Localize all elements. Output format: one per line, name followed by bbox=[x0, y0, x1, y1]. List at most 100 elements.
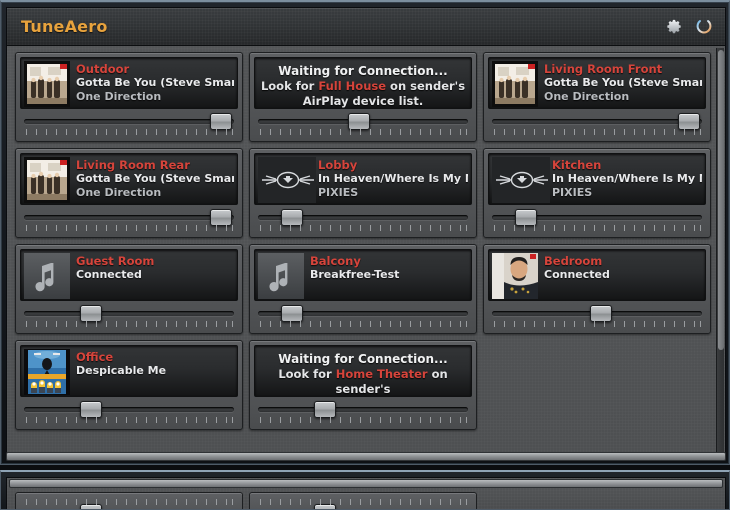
volume-slider[interactable] bbox=[254, 304, 472, 332]
zone-display: Lobby In Heaven/Where Is My Mind? PIXIES bbox=[254, 153, 472, 205]
zone-card[interactable]: Office Despicable Me bbox=[15, 340, 243, 430]
zone-card[interactable]: Lobby In Heaven/Where Is My Mind? PIXIES bbox=[249, 148, 477, 238]
volume-slider-thumb[interactable] bbox=[80, 401, 103, 418]
zone-card[interactable]: Living Room Front Gotta Be You (Steve Sm… bbox=[483, 52, 711, 142]
zone-display: Living Room Rear Gotta Be You (Steve Sma… bbox=[20, 153, 238, 205]
volume-slider[interactable] bbox=[20, 400, 238, 428]
zone-metadata: Office Despicable Me bbox=[76, 349, 234, 378]
zone-display: Living Room Front Gotta Be You (Steve Sm… bbox=[488, 57, 706, 109]
album-despicable-me-icon bbox=[24, 349, 70, 395]
volume-slider-ticks bbox=[260, 321, 467, 329]
secondary-window-inner bbox=[6, 477, 726, 509]
album-one-direction-icon bbox=[24, 61, 70, 107]
waiting-headline: Waiting for Connection... bbox=[278, 352, 448, 366]
zone-grid: Outdoor Gotta Be You (Steve Smart &... O… bbox=[15, 52, 715, 430]
zone-metadata: Kitchen In Heaven/Where Is My Mind? PIXI… bbox=[552, 157, 702, 200]
volume-slider-thumb[interactable] bbox=[678, 113, 701, 130]
zone-metadata: Lobby In Heaven/Where Is My Mind? PIXIES bbox=[318, 157, 468, 200]
volume-slider-thumb[interactable] bbox=[514, 209, 537, 226]
title-bar: TuneAero bbox=[7, 8, 725, 46]
zone-card[interactable]: Guest Room Connected bbox=[15, 244, 243, 334]
volume-slider-ticks bbox=[26, 321, 233, 329]
track-title: In Heaven/Where Is My Mind? bbox=[318, 172, 468, 185]
track-title: Gotta Be You (Steve Smart &... bbox=[76, 76, 234, 89]
track-title: Gotta Be You (Steve Smart &... bbox=[544, 76, 702, 89]
volume-slider-ticks bbox=[26, 129, 233, 137]
volume-slider-thumb[interactable] bbox=[347, 113, 370, 130]
zone-name: Office bbox=[76, 350, 114, 364]
volume-slider[interactable] bbox=[254, 112, 472, 140]
zone-card[interactable]: Waiting for Connection... Look for Full … bbox=[249, 52, 477, 142]
power-icon[interactable] bbox=[693, 15, 715, 37]
volume-slider[interactable] bbox=[20, 112, 238, 140]
waiting-message: Waiting for Connection... Look for Full … bbox=[258, 61, 468, 108]
zone-card[interactable]: Kitchen In Heaven/Where Is My Mind? PIXI… bbox=[483, 148, 711, 238]
zone-metadata: Guest Room Connected bbox=[76, 253, 234, 282]
volume-slider[interactable] bbox=[254, 400, 472, 428]
track-artist: One Direction bbox=[76, 186, 162, 199]
zone-display: Waiting for Connection... Look for Home … bbox=[254, 345, 472, 397]
zone-card[interactable]: Outdoor Gotta Be You (Steve Smart &... O… bbox=[15, 52, 243, 142]
secondary-slider-grid bbox=[7, 488, 725, 509]
secondary-zone-card[interactable] bbox=[249, 492, 477, 509]
track-artist: One Direction bbox=[544, 90, 630, 103]
volume-slider[interactable] bbox=[488, 208, 706, 236]
volume-slider-ticks bbox=[260, 225, 467, 233]
zone-card[interactable]: Balcony Breakfree-Test bbox=[249, 244, 477, 334]
volume-slider-thumb[interactable] bbox=[210, 209, 233, 226]
vertical-scrollbar[interactable] bbox=[716, 48, 724, 459]
track-title: Breakfree-Test bbox=[310, 268, 400, 281]
waiting-detail: Look for Home Theater on sender's bbox=[258, 367, 468, 396]
zone-name: Guest Room bbox=[76, 254, 155, 268]
volume-slider[interactable] bbox=[20, 304, 238, 332]
window-bottom-strip bbox=[6, 452, 726, 461]
volume-slider[interactable] bbox=[254, 496, 472, 509]
zone-display: Bedroom Connected bbox=[488, 249, 706, 301]
volume-slider-thumb[interactable] bbox=[590, 305, 613, 322]
zone-card[interactable]: Living Room Rear Gotta Be You (Steve Sma… bbox=[15, 148, 243, 238]
zone-metadata: Bedroom Connected bbox=[544, 253, 702, 282]
zone-display: Kitchen In Heaven/Where Is My Mind? PIXI… bbox=[488, 153, 706, 205]
volume-slider[interactable] bbox=[254, 208, 472, 236]
zone-name: Living Room Front bbox=[544, 62, 663, 76]
volume-slider-track[interactable] bbox=[258, 407, 468, 412]
volume-slider-track[interactable] bbox=[24, 407, 234, 412]
volume-slider-track[interactable] bbox=[24, 311, 234, 316]
volume-slider[interactable] bbox=[20, 208, 238, 236]
zone-display: Office Despicable Me bbox=[20, 345, 238, 397]
track-title: Despicable Me bbox=[76, 364, 167, 377]
volume-slider-thumb[interactable] bbox=[314, 401, 337, 418]
volume-slider-track[interactable] bbox=[24, 215, 234, 220]
zone-name: Living Room Rear bbox=[76, 158, 190, 172]
page-title: TuneAero bbox=[21, 17, 108, 36]
volume-slider-ticks bbox=[26, 225, 233, 233]
gear-icon[interactable] bbox=[662, 15, 684, 37]
title-bar-actions bbox=[662, 15, 715, 37]
volume-slider[interactable] bbox=[488, 112, 706, 140]
zone-card[interactable]: Waiting for Connection... Look for Home … bbox=[249, 340, 477, 430]
volume-slider-ticks bbox=[26, 417, 233, 425]
zone-name: Bedroom bbox=[544, 254, 603, 268]
zone-card[interactable]: Bedroom Connected bbox=[483, 244, 711, 334]
track-artist: PIXIES bbox=[552, 186, 593, 199]
volume-slider-ticks bbox=[260, 129, 467, 137]
tuneaero-main-window: TuneAero Outdoor Gotta Be You (Steve Sma… bbox=[0, 0, 730, 465]
secondary-zone-card[interactable] bbox=[15, 492, 243, 509]
track-title: In Heaven/Where Is My Mind? bbox=[552, 172, 702, 185]
volume-slider-ticks bbox=[260, 499, 467, 507]
waiting-device-name: Home Theater bbox=[335, 367, 428, 381]
volume-slider-thumb[interactable] bbox=[280, 209, 303, 226]
scrollbar-thumb[interactable] bbox=[718, 50, 724, 350]
waiting-message: Waiting for Connection... Look for Home … bbox=[258, 349, 468, 396]
volume-slider[interactable] bbox=[20, 496, 238, 509]
volume-slider-ticks bbox=[494, 225, 701, 233]
album-pixies-wings-icon bbox=[258, 157, 316, 203]
volume-slider-thumb[interactable] bbox=[80, 305, 103, 322]
volume-slider-track[interactable] bbox=[24, 119, 234, 124]
volume-slider[interactable] bbox=[488, 304, 706, 332]
volume-slider-thumb[interactable] bbox=[210, 113, 233, 130]
volume-slider-track[interactable] bbox=[492, 119, 702, 124]
volume-slider-ticks bbox=[26, 499, 233, 507]
volume-slider-thumb[interactable] bbox=[280, 305, 303, 322]
music-note-placeholder-icon bbox=[258, 253, 304, 299]
